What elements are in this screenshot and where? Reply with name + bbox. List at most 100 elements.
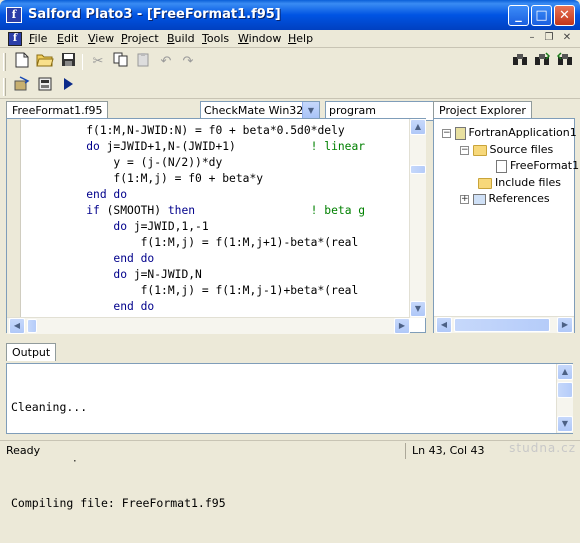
- code-text: f(1:M,j) = f(1:M,j-1)+beta*(real: [140, 284, 359, 297]
- scroll-thumb[interactable]: [27, 319, 37, 333]
- tab-project-explorer[interactable]: Project Explorer: [433, 101, 532, 119]
- compile-icon[interactable]: [35, 76, 55, 96]
- new-file-icon[interactable]: [12, 52, 32, 72]
- tree-node-file[interactable]: FreeFormat1.f95: [496, 158, 580, 174]
- scroll-left-button[interactable]: ◀: [436, 317, 452, 333]
- code-text: f(1:M,j) = f(1:M,j+1)-beta*(real: [140, 236, 359, 249]
- output-vertical-scrollbar[interactable]: ▲ ▼: [556, 364, 573, 433]
- cut-icon[interactable]: ✂: [88, 52, 108, 72]
- code-text: y = (j-(N/2))*dy: [113, 156, 223, 169]
- copy-icon[interactable]: [110, 52, 130, 72]
- code-editor[interactable]: f(1:M,N-JWID:N) = f0 + beta*0.5d0*dely d…: [6, 118, 426, 334]
- code-line[interactable]: f(1:M,j) = f0 + beta*y: [25, 171, 409, 187]
- undo-icon[interactable]: ↶: [156, 52, 176, 72]
- minimize-button[interactable]: _: [508, 5, 529, 26]
- menu-tools[interactable]: Tools: [202, 31, 229, 47]
- editor-horizontal-scrollbar[interactable]: ◀ ▶: [7, 317, 410, 334]
- tab-output[interactable]: Output: [6, 343, 57, 361]
- code-line[interactable]: do j=JWID,1,-1: [25, 219, 409, 235]
- mdi-minimize-button[interactable]: –: [525, 32, 539, 45]
- scroll-up-button[interactable]: ▲: [410, 119, 426, 135]
- toolbar-grip[interactable]: [3, 78, 6, 96]
- menu-build[interactable]: Build: [167, 31, 195, 47]
- cursor-position: Ln 43, Col 43: [412, 444, 485, 457]
- collapse-icon[interactable]: −: [442, 128, 451, 138]
- tree-node-references[interactable]: + References: [460, 191, 550, 207]
- tab-freeformat1[interactable]: FreeFormat1.f95: [6, 101, 109, 119]
- document-icon[interactable]: f: [8, 32, 22, 46]
- save-icon[interactable]: [58, 52, 78, 72]
- scroll-thumb[interactable]: [454, 318, 550, 332]
- code-text: j=JWID,1,-1: [127, 220, 209, 233]
- menu-bar: f File Edit View Project Build Tools Win…: [0, 30, 580, 48]
- code-keyword: do: [113, 268, 128, 281]
- explorer-horizontal-scrollbar[interactable]: ◀ ▶: [434, 316, 574, 333]
- toolbar-grip[interactable]: [3, 53, 6, 71]
- find-icon[interactable]: [510, 52, 530, 72]
- scroll-left-button[interactable]: ◀: [9, 318, 25, 334]
- output-panel: Cleaning... Clean completed. Compiling f…: [6, 363, 573, 510]
- code-line[interactable]: do j=JWID+1,N-(JWID+1) ! linear: [25, 139, 409, 155]
- tree-node-project[interactable]: − FortranApplication1: [442, 125, 577, 141]
- code-keyword: end do: [113, 300, 155, 313]
- mdi-restore-button[interactable]: ❐: [542, 32, 556, 45]
- redo-icon[interactable]: ↷: [178, 52, 198, 72]
- configuration-value: CheckMate Win32: [204, 104, 304, 117]
- scroll-down-button[interactable]: ▼: [410, 301, 426, 317]
- tree-node-source-files[interactable]: − Source files: [460, 142, 553, 158]
- editor-gutter: [7, 119, 21, 318]
- folder-open-icon: [472, 144, 487, 156]
- scroll-thumb[interactable]: [557, 382, 573, 398]
- run-icon[interactable]: [58, 76, 78, 96]
- title-bar[interactable]: f Salford Plato3 - [FreeFormat1.f95] _ □…: [0, 0, 580, 30]
- file-icon: [496, 159, 507, 173]
- menu-help[interactable]: Help: [288, 31, 313, 47]
- code-line[interactable]: if (SMOOTH) then ! beta g: [25, 203, 409, 219]
- status-bar: Ready Ln 43, Col 43: [0, 440, 580, 460]
- scroll-down-button[interactable]: ▼: [557, 416, 573, 432]
- find-next-icon[interactable]: [532, 52, 552, 72]
- close-button[interactable]: ✕: [554, 5, 575, 26]
- scroll-right-button[interactable]: ▶: [557, 317, 573, 333]
- code-line[interactable]: y = (j-(N/2))*dy: [25, 155, 409, 171]
- scroll-right-button[interactable]: ▶: [394, 318, 410, 334]
- code-line[interactable]: end do: [25, 187, 409, 203]
- scroll-thumb[interactable]: [410, 165, 426, 174]
- code-line[interactable]: f(1:M,j) = f(1:M,j-1)+beta*(real: [25, 283, 409, 299]
- code-text: f(1:M,j) = f0 + beta*y: [113, 172, 264, 185]
- build-icon[interactable]: [12, 76, 32, 96]
- build-toolbar: [0, 75, 580, 99]
- code-line[interactable]: f(1:M,j) = f(1:M,j+1)-beta*(real: [25, 235, 409, 251]
- editor-vertical-scrollbar[interactable]: ▲ ▼: [409, 119, 426, 318]
- code-comment: ! beta g: [195, 204, 366, 217]
- tree-node-include-files[interactable]: Include files: [478, 175, 561, 191]
- code-area[interactable]: f(1:M,N-JWID:N) = f0 + beta*0.5d0*dely d…: [25, 123, 409, 316]
- code-keyword: do: [86, 140, 100, 153]
- paste-icon[interactable]: [133, 52, 153, 72]
- scroll-up-button[interactable]: ▲: [557, 364, 573, 380]
- mdi-close-button[interactable]: ✕: [560, 32, 574, 45]
- menu-view[interactable]: View: [88, 31, 114, 47]
- menu-file[interactable]: File: [29, 31, 47, 47]
- menu-project[interactable]: Project: [121, 31, 159, 47]
- menu-edit[interactable]: Edit: [57, 31, 78, 47]
- code-line[interactable]: end do: [25, 299, 409, 315]
- open-folder-icon[interactable]: [35, 52, 55, 72]
- code-line[interactable]: do j=N-JWID,N: [25, 267, 409, 283]
- menu-window[interactable]: Window: [238, 31, 281, 47]
- expand-icon[interactable]: +: [460, 194, 469, 204]
- code-line[interactable]: end do: [25, 251, 409, 267]
- code-line[interactable]: f(1:M,N-JWID:N) = f0 + beta*0.5d0*dely: [25, 123, 409, 139]
- collapse-icon[interactable]: −: [460, 145, 469, 155]
- app-icon[interactable]: f: [6, 7, 22, 23]
- maximize-button[interactable]: □: [531, 5, 552, 26]
- find-prev-icon[interactable]: [555, 52, 575, 72]
- code-keyword: end do: [86, 188, 128, 201]
